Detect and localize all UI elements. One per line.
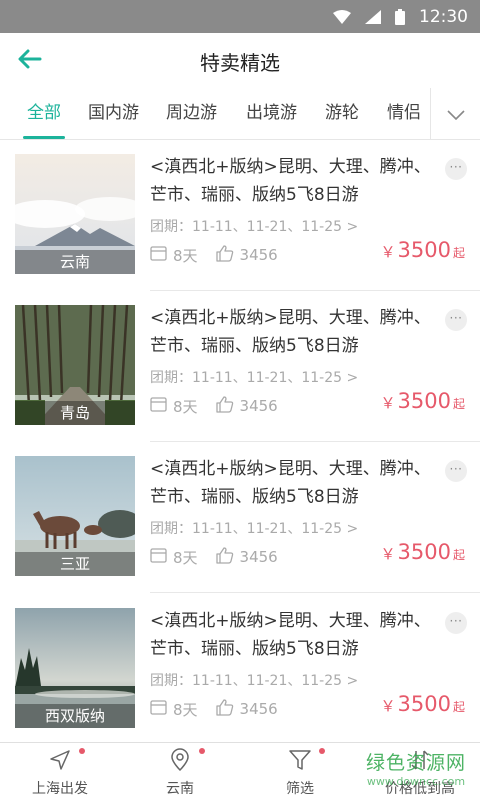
tab-all[interactable]: 全部 bbox=[23, 88, 65, 139]
more-options-button[interactable]: ··· bbox=[445, 158, 467, 180]
thumbs-up-icon bbox=[215, 698, 234, 720]
thumbs-up-icon bbox=[215, 395, 234, 417]
map-pin-icon bbox=[168, 748, 192, 772]
product-thumbnail: 云南 bbox=[15, 154, 135, 274]
calendar-icon bbox=[150, 396, 167, 416]
wifi-icon bbox=[333, 9, 351, 24]
product-meta: 8天 3456 bbox=[150, 697, 278, 721]
category-tabs: 全部 国内游 周边游 出境游 游轮 情侣 bbox=[0, 88, 480, 140]
filter-icon bbox=[288, 748, 312, 772]
price-suffix: 起 bbox=[452, 548, 465, 562]
product-dates[interactable]: 团期：11-11、11-21、11-25 > bbox=[150, 367, 358, 387]
tab-couples[interactable]: 情侣 bbox=[387, 88, 421, 139]
product-card[interactable]: 青岛 <滇西北+版纳>昆明、大理、腾冲、芒市、瑞丽、版纳5飞8日游 ··· 团期… bbox=[0, 291, 480, 442]
calendar-icon bbox=[150, 699, 167, 719]
price-value: 3500 bbox=[397, 238, 451, 262]
clock-time: 12:30 bbox=[419, 6, 468, 27]
product-card[interactable]: 三亚 <滇西北+版纳>昆明、大理、腾冲、芒市、瑞丽、版纳5飞8日游 ··· 团期… bbox=[0, 442, 480, 593]
tab-outbound[interactable]: 出境游 bbox=[246, 88, 297, 139]
sort-button[interactable]: 价格低到高 bbox=[360, 743, 480, 800]
product-likes: 3456 bbox=[239, 700, 278, 718]
more-options-button[interactable]: ··· bbox=[445, 460, 467, 482]
destination-label: 云南 bbox=[166, 781, 194, 797]
departure-label: 上海出发 bbox=[32, 781, 88, 797]
price-value: 3500 bbox=[397, 540, 451, 564]
currency-symbol: ￥ bbox=[380, 545, 396, 563]
more-options-button[interactable]: ··· bbox=[445, 309, 467, 331]
sort-label: 价格低到高 bbox=[385, 781, 455, 797]
product-title[interactable]: <滇西北+版纳>昆明、大理、腾冲、芒市、瑞丽、版纳5飞8日游 bbox=[150, 607, 435, 663]
price-value: 3500 bbox=[397, 692, 451, 716]
calendar-icon bbox=[150, 547, 167, 567]
currency-symbol: ￥ bbox=[380, 394, 396, 412]
currency-symbol: ￥ bbox=[380, 243, 396, 261]
tabs-expand-button[interactable] bbox=[430, 88, 480, 139]
product-days: 8天 bbox=[173, 246, 198, 265]
product-price: ￥ 3500 起 bbox=[381, 389, 465, 413]
product-dates[interactable]: 团期：11-11、11-21、11-25 > bbox=[150, 518, 358, 538]
battery-icon bbox=[395, 8, 405, 25]
product-city-label: 三亚 bbox=[15, 552, 135, 576]
product-price: ￥ 3500 起 bbox=[381, 238, 465, 262]
product-likes: 3456 bbox=[239, 397, 278, 415]
product-thumbnail: 青岛 bbox=[15, 305, 135, 425]
more-options-button[interactable]: ··· bbox=[445, 612, 467, 634]
location-arrow-icon bbox=[48, 748, 72, 772]
product-days: 8天 bbox=[173, 700, 198, 719]
product-dates[interactable]: 团期：11-11、11-21、11-25 > bbox=[150, 670, 358, 690]
product-meta: 8天 3456 bbox=[150, 394, 278, 418]
product-price: ￥ 3500 起 bbox=[381, 692, 465, 716]
filter-button[interactable]: 筛选 bbox=[240, 743, 360, 800]
product-thumbnail: 三亚 bbox=[15, 456, 135, 576]
product-city-label: 青岛 bbox=[15, 401, 135, 425]
product-likes: 3456 bbox=[239, 548, 278, 566]
product-thumbnail: 西双版纳 bbox=[15, 608, 135, 728]
calendar-icon bbox=[150, 245, 167, 265]
badge-dot bbox=[79, 748, 85, 754]
product-days: 8天 bbox=[173, 548, 198, 567]
destination-filter-button[interactable]: 云南 bbox=[120, 743, 240, 800]
badge-dot bbox=[199, 748, 205, 754]
price-suffix: 起 bbox=[452, 246, 465, 260]
tab-nearby[interactable]: 周边游 bbox=[166, 88, 217, 139]
page-title: 特卖精选 bbox=[200, 51, 280, 75]
bottom-filter-bar: 上海出发 云南 筛选 价格低到高 bbox=[0, 742, 480, 800]
departure-filter-button[interactable]: 上海出发 bbox=[0, 743, 120, 800]
product-price: ￥ 3500 起 bbox=[381, 540, 465, 564]
price-value: 3500 bbox=[397, 389, 451, 413]
sort-icon bbox=[408, 748, 432, 772]
product-meta: 8天 3456 bbox=[150, 545, 278, 569]
product-title[interactable]: <滇西北+版纳>昆明、大理、腾冲、芒市、瑞丽、版纳5飞8日游 bbox=[150, 455, 435, 511]
tab-domestic[interactable]: 国内游 bbox=[88, 88, 139, 139]
product-days: 8天 bbox=[173, 397, 198, 416]
thumbs-up-icon bbox=[215, 546, 234, 568]
tab-list: 全部 国内游 周边游 出境游 游轮 情侣 bbox=[0, 88, 430, 139]
thumbs-up-icon bbox=[215, 244, 234, 266]
currency-symbol: ￥ bbox=[380, 697, 396, 715]
product-city-label: 云南 bbox=[15, 250, 135, 274]
title-bar: 特卖精选 bbox=[0, 33, 480, 88]
filter-label: 筛选 bbox=[286, 781, 314, 797]
signal-icon bbox=[365, 9, 381, 24]
product-likes: 3456 bbox=[239, 246, 278, 264]
product-meta: 8天 3456 bbox=[150, 243, 278, 267]
badge-dot bbox=[319, 748, 325, 754]
divider bbox=[150, 592, 480, 593]
product-dates[interactable]: 团期：11-11、11-21、11-25 > bbox=[150, 216, 358, 236]
product-title[interactable]: <滇西北+版纳>昆明、大理、腾冲、芒市、瑞丽、版纳5飞8日游 bbox=[150, 304, 435, 360]
product-title[interactable]: <滇西北+版纳>昆明、大理、腾冲、芒市、瑞丽、版纳5飞8日游 bbox=[150, 153, 435, 209]
product-card[interactable]: 云南 <滇西北+版纳>昆明、大理、腾冲、芒市、瑞丽、版纳5飞8日游 ··· 团期… bbox=[0, 140, 480, 291]
product-card[interactable]: 西双版纳 <滇西北+版纳>昆明、大理、腾冲、芒市、瑞丽、版纳5飞8日游 ··· … bbox=[0, 594, 480, 745]
price-suffix: 起 bbox=[452, 700, 465, 714]
price-suffix: 起 bbox=[452, 397, 465, 411]
product-city-label: 西双版纳 bbox=[15, 704, 135, 728]
status-bar: 12:30 bbox=[0, 0, 480, 33]
chevron-down-icon bbox=[446, 105, 465, 124]
tab-cruise[interactable]: 游轮 bbox=[325, 88, 359, 139]
